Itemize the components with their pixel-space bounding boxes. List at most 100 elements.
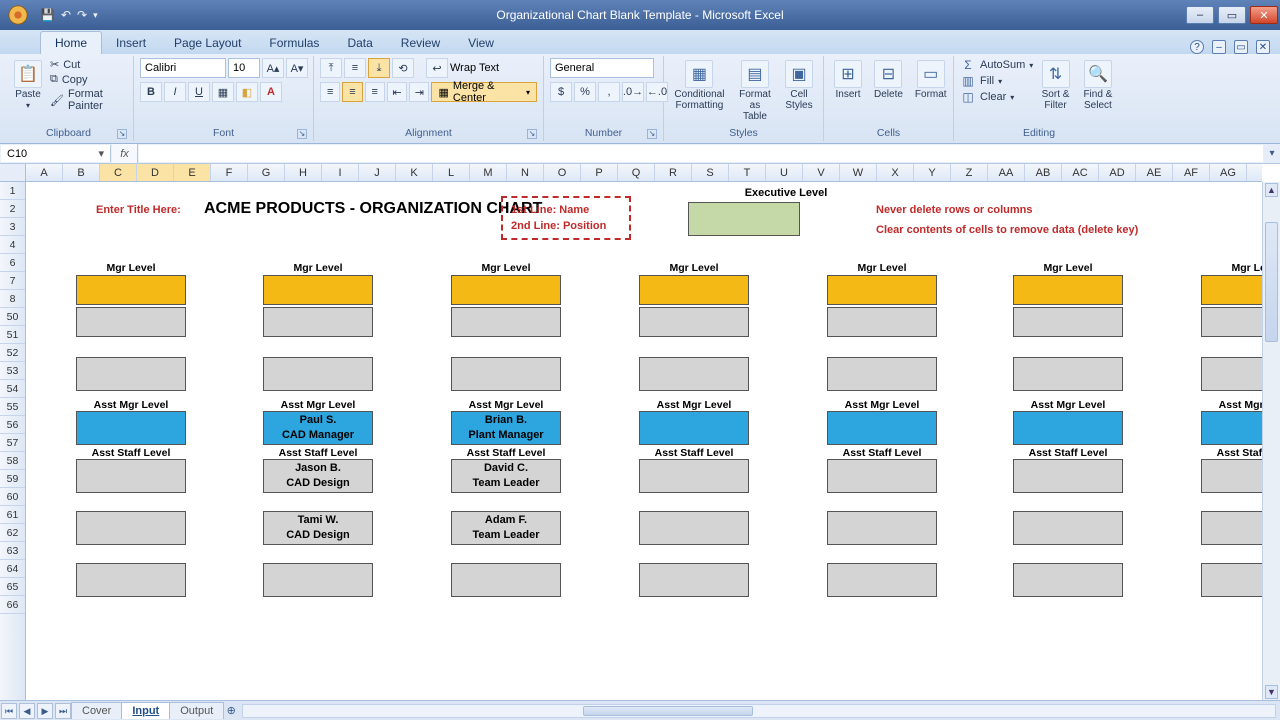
insert-cells-button[interactable]: ⊞Insert — [830, 58, 866, 102]
cell-styles-button[interactable]: ▣Cell Styles — [781, 58, 817, 113]
dialog-launcher-icon[interactable]: ↘ — [527, 129, 537, 139]
col-header-V[interactable]: V — [803, 164, 840, 181]
col-header-AB[interactable]: AB — [1025, 164, 1062, 181]
staff-box-1[interactable]: Jason B.CAD Design — [263, 459, 373, 493]
col-header-A[interactable]: A — [26, 164, 63, 181]
worksheet-content[interactable]: Enter Title Here: ACME PRODUCTS - ORGANI… — [26, 182, 1262, 700]
hscroll-thumb[interactable] — [583, 706, 753, 716]
orientation-button[interactable]: ⟲ — [392, 58, 414, 78]
percent-button[interactable]: % — [574, 82, 596, 102]
help-icon[interactable]: ? — [1190, 40, 1204, 54]
row-header-51[interactable]: 51 — [0, 326, 25, 344]
decrease-font-icon[interactable]: A▾ — [286, 58, 308, 78]
merge-center-button[interactable]: ▦Merge & Center▾ — [431, 82, 537, 102]
mgr-box[interactable] — [639, 275, 749, 305]
row-header-56[interactable]: 56 — [0, 416, 25, 434]
copy-button[interactable]: ⧉Copy — [50, 73, 127, 86]
row-header-7[interactable]: 7 — [0, 272, 25, 290]
staff-box-2[interactable] — [76, 511, 186, 545]
col-header-E[interactable]: E — [174, 164, 211, 181]
chevron-down-icon[interactable]: ▾ — [26, 101, 30, 110]
staff-box-3[interactable] — [827, 563, 937, 597]
asst-mgr-box[interactable] — [1013, 411, 1123, 445]
fx-button[interactable]: fx — [112, 144, 138, 163]
increase-decimal-button[interactable]: .0→ — [622, 82, 644, 102]
align-top-button[interactable]: ⤒ — [320, 58, 342, 78]
col-header-T[interactable]: T — [729, 164, 766, 181]
executive-box[interactable] — [688, 202, 800, 236]
ribbon-close-icon[interactable]: ✕ — [1256, 40, 1270, 54]
staff-box-3[interactable] — [263, 563, 373, 597]
col-header-U[interactable]: U — [766, 164, 803, 181]
col-header-W[interactable]: W — [840, 164, 877, 181]
asst-mgr-box[interactable]: Paul S.CAD Manager — [263, 411, 373, 445]
align-middle-button[interactable]: ≡ — [344, 58, 366, 78]
col-header-K[interactable]: K — [396, 164, 433, 181]
save-icon[interactable]: 💾 — [40, 8, 55, 22]
col-header-Z[interactable]: Z — [951, 164, 988, 181]
tab-home[interactable]: Home — [40, 31, 102, 54]
sheet-tab-output[interactable]: Output — [169, 702, 224, 719]
col-header-G[interactable]: G — [248, 164, 285, 181]
chevron-down-icon[interactable]: ▾ — [98, 147, 104, 160]
row-header-6[interactable]: 6 — [0, 254, 25, 272]
fill-color-button[interactable]: ◧ — [236, 82, 258, 102]
row-header-8[interactable]: 8 — [0, 290, 25, 308]
row-header-53[interactable]: 53 — [0, 362, 25, 380]
tab-review[interactable]: Review — [387, 32, 454, 54]
staff-box-1[interactable] — [1013, 459, 1123, 493]
staff-grey-box[interactable] — [76, 307, 186, 337]
mgr-box[interactable] — [1201, 275, 1262, 305]
staff-box-1[interactable] — [639, 459, 749, 493]
minimize-button[interactable]: – — [1186, 6, 1214, 24]
row-header-64[interactable]: 64 — [0, 560, 25, 578]
row-header-61[interactable]: 61 — [0, 506, 25, 524]
prev-sheet-icon[interactable]: ◀ — [19, 703, 35, 719]
next-sheet-icon[interactable]: ▶ — [37, 703, 53, 719]
column-headers[interactable]: ABCDEFGHIJKLMNOPQRSTUVWXYZAAABACADAEAFAG — [26, 164, 1262, 182]
asst-mgr-box[interactable] — [76, 411, 186, 445]
italic-button[interactable]: I — [164, 82, 186, 102]
format-cells-button[interactable]: ▭Format — [911, 58, 951, 102]
tab-insert[interactable]: Insert — [102, 32, 160, 54]
staff-box-1[interactable] — [827, 459, 937, 493]
autosum-button[interactable]: ΣAutoSum▾ — [960, 58, 1033, 72]
staff-grey-box[interactable] — [76, 357, 186, 391]
formula-input[interactable] — [139, 145, 1263, 162]
delete-cells-button[interactable]: ⊟Delete — [870, 58, 907, 102]
col-header-AE[interactable]: AE — [1136, 164, 1173, 181]
col-header-Q[interactable]: Q — [618, 164, 655, 181]
staff-box-3[interactable] — [1201, 563, 1262, 597]
maximize-button[interactable]: ▭ — [1218, 6, 1246, 24]
mgr-box[interactable] — [451, 275, 561, 305]
row-header-52[interactable]: 52 — [0, 344, 25, 362]
spreadsheet-grid[interactable]: ABCDEFGHIJKLMNOPQRSTUVWXYZAAABACADAEAFAG… — [0, 164, 1280, 700]
currency-button[interactable]: $ — [550, 82, 572, 102]
row-header-63[interactable]: 63 — [0, 542, 25, 560]
asst-mgr-box[interactable] — [827, 411, 937, 445]
staff-grey-box[interactable] — [451, 307, 561, 337]
col-header-AF[interactable]: AF — [1173, 164, 1210, 181]
tab-data[interactable]: Data — [333, 32, 386, 54]
dialog-launcher-icon[interactable]: ↘ — [117, 129, 127, 139]
col-header-M[interactable]: M — [470, 164, 507, 181]
staff-box-2[interactable]: Adam F.Team Leader — [451, 511, 561, 545]
redo-icon[interactable]: ↷ — [77, 8, 87, 22]
staff-box-2[interactable] — [639, 511, 749, 545]
row-header-62[interactable]: 62 — [0, 524, 25, 542]
staff-grey-box[interactable] — [263, 357, 373, 391]
ribbon-restore-icon[interactable]: ▭ — [1234, 40, 1248, 54]
col-header-R[interactable]: R — [655, 164, 692, 181]
col-header-L[interactable]: L — [433, 164, 470, 181]
bold-button[interactable]: B — [140, 82, 162, 102]
col-header-X[interactable]: X — [877, 164, 914, 181]
staff-grey-box[interactable] — [1013, 357, 1123, 391]
col-header-J[interactable]: J — [359, 164, 396, 181]
asst-mgr-box[interactable]: Brian B.Plant Manager — [451, 411, 561, 445]
increase-font-icon[interactable]: A▴ — [262, 58, 284, 78]
staff-box-1[interactable] — [76, 459, 186, 493]
underline-button[interactable]: U — [188, 82, 210, 102]
row-header-2[interactable]: 2 — [0, 200, 25, 218]
horizontal-scrollbar[interactable] — [242, 704, 1276, 718]
col-header-P[interactable]: P — [581, 164, 618, 181]
